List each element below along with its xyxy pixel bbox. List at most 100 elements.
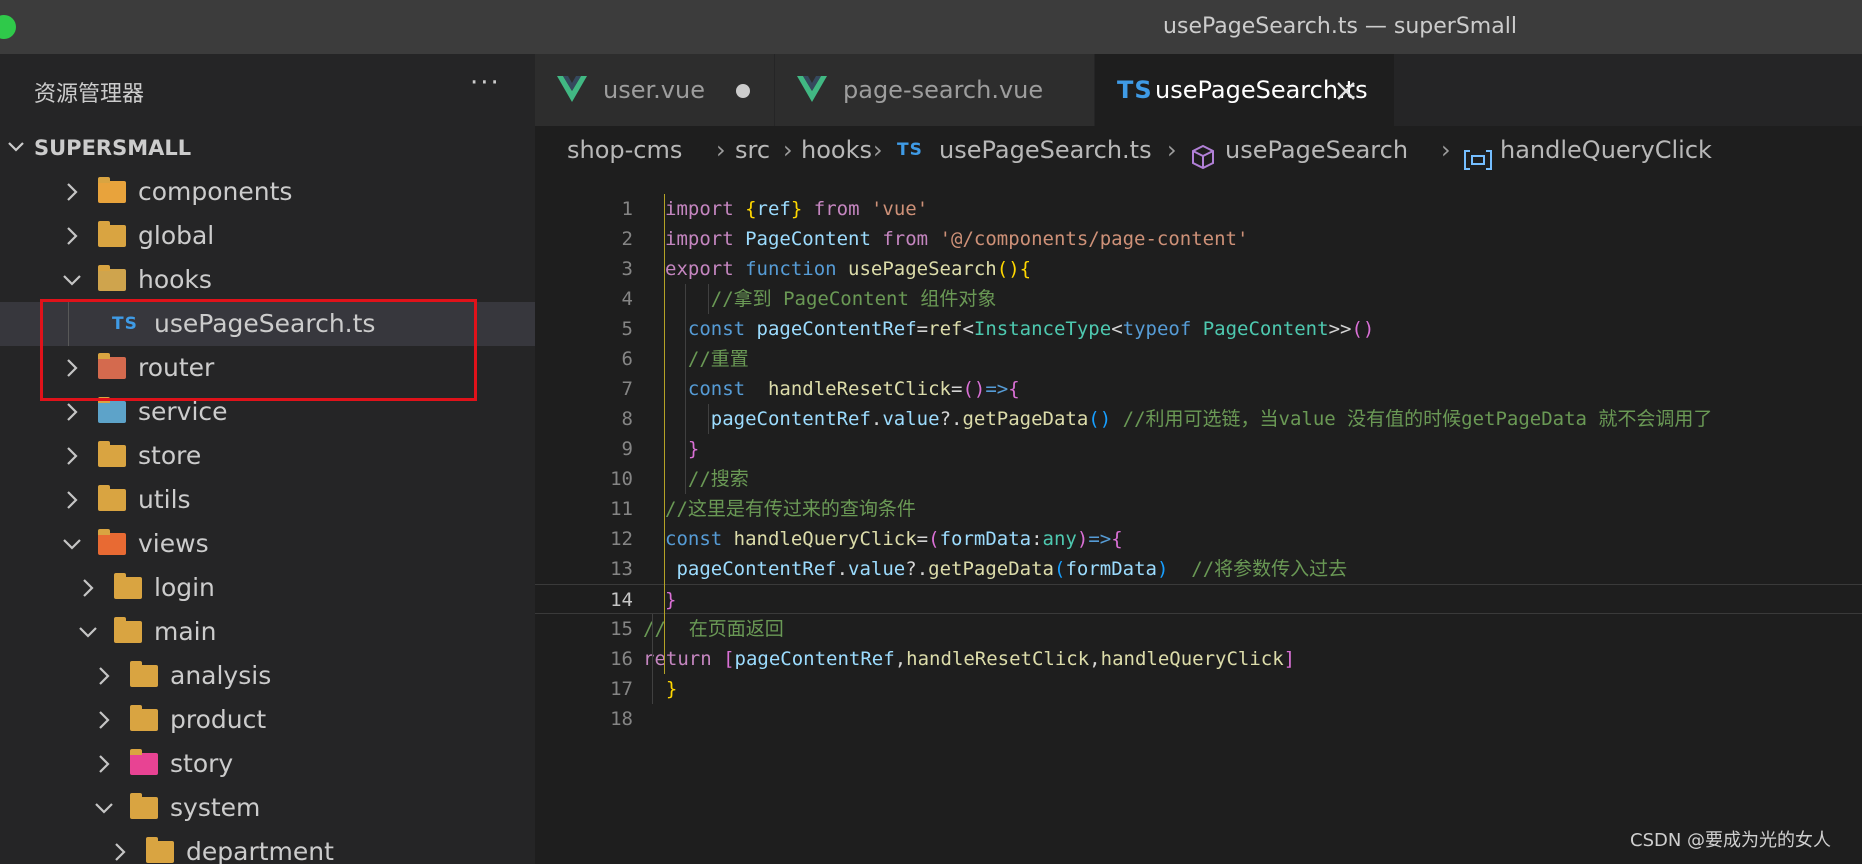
code-token: {	[745, 198, 757, 220]
tree-item-hooks[interactable]: hooks	[0, 258, 535, 302]
folder-icon	[114, 573, 142, 599]
code-token: {	[1111, 528, 1123, 550]
code-token: [	[723, 648, 735, 670]
tree-item-label: system	[170, 793, 261, 822]
code-token: )	[1076, 528, 1089, 550]
code-token: handleResetClick	[767, 378, 951, 400]
line-number: 8	[621, 408, 633, 430]
code-line[interactable]: 4 //拿到 PageContent 组件对象	[535, 284, 1862, 314]
code-line[interactable]: 14}	[535, 584, 1862, 614]
code-line[interactable]: 13 pageContentRef.value?.getPageData(for…	[535, 554, 1862, 584]
code-token: pageContentRef	[665, 408, 871, 430]
story-folder-icon	[130, 749, 158, 775]
breadcrumb-item[interactable]: usePageSearch	[1225, 126, 1408, 174]
code-line[interactable]: 2 import PageContent from '@/components/p…	[535, 224, 1862, 254]
code-line[interactable]: 9 }	[535, 434, 1862, 464]
close-icon[interactable]	[1335, 72, 1357, 116]
code-token: pageContentRef	[756, 318, 917, 340]
tree-item-label: story	[170, 749, 234, 778]
unsaved-dot-icon[interactable]	[736, 84, 750, 98]
tree-item-label: utils	[138, 485, 191, 514]
line-number: 18	[610, 708, 633, 730]
code-text: //重置	[665, 344, 749, 374]
code-line[interactable]: 1 import {ref} from 'vue'	[535, 194, 1862, 224]
folder-icon	[98, 441, 126, 467]
line-number: 2	[621, 228, 633, 250]
tab-page-search-vue[interactable]: page-search.vue	[775, 54, 1095, 126]
code-token: ()	[1088, 408, 1112, 430]
code-token: ref	[756, 198, 791, 220]
indent-guide	[708, 284, 709, 314]
tree-item-department[interactable]: department	[0, 830, 535, 864]
tree-item-utils[interactable]: utils	[0, 478, 535, 522]
workspace-section-header[interactable]: SUPERSMALL	[0, 126, 535, 170]
code-token: ?.	[905, 558, 929, 580]
code-token: handleResetClick	[906, 648, 1090, 670]
breadcrumb-item[interactable]: src	[735, 126, 770, 174]
code-token: =>	[1088, 528, 1112, 550]
tree-item-analysis[interactable]: analysis	[0, 654, 535, 698]
code-line[interactable]: 10 //搜索	[535, 464, 1862, 494]
typescript-file-icon: TS	[1117, 76, 1153, 104]
code-token: .	[870, 408, 883, 430]
line-number: 10	[610, 468, 633, 490]
code-text: const handleResetClick=()=>{	[665, 374, 1020, 404]
breadcrumb-item[interactable]: usePageSearch.ts	[939, 126, 1152, 174]
indent-guide	[664, 194, 665, 674]
tree-item-global[interactable]: global	[0, 214, 535, 258]
line-number: 11	[610, 498, 633, 520]
tree-item-system[interactable]: system	[0, 786, 535, 830]
code-token: .	[836, 558, 849, 580]
code-line[interactable]: 7 const handleResetClick=()=>{	[535, 374, 1862, 404]
breadcrumb: shop-cms › src › hooks › TS usePageSearc…	[535, 126, 1862, 174]
code-line[interactable]: 8 pageContentRef.value?.getPageData() //…	[535, 404, 1862, 434]
code-token: ,	[1089, 648, 1101, 670]
folder-icon	[146, 837, 174, 863]
code-line[interactable]: 5 const pageContentRef=ref<InstanceType<…	[535, 314, 1862, 344]
tree-item-components[interactable]: components	[0, 170, 535, 214]
code-token: =	[950, 378, 963, 400]
folder-icon	[130, 793, 158, 819]
folder-icon	[98, 221, 126, 247]
more-actions-icon[interactable]: ···	[470, 68, 501, 98]
breadcrumb-item[interactable]: handleQueryClick	[1500, 126, 1712, 174]
folder-icon	[130, 661, 158, 687]
code-token: ()	[962, 378, 986, 400]
code-line[interactable]: 6 //重置	[535, 344, 1862, 374]
window-zoom-button[interactable]	[0, 15, 16, 39]
breadcrumb-item[interactable]: shop-cms	[567, 126, 682, 174]
code-token: ?.	[939, 408, 963, 430]
line-number: 9	[621, 438, 633, 460]
line-number: 16	[610, 648, 633, 670]
code-line[interactable]: 16 return [pageContentRef,handleResetClic…	[535, 644, 1862, 674]
tree-item-store[interactable]: store	[0, 434, 535, 478]
tree-item-main[interactable]: main	[0, 610, 535, 654]
views-folder-icon	[98, 529, 126, 555]
tree-item-login[interactable]: login	[0, 566, 535, 610]
code-token: import	[665, 198, 746, 220]
code-line[interactable]: 15// 在页面返回	[535, 614, 1862, 644]
code-line[interactable]: 18	[535, 704, 1862, 734]
breadcrumb-item[interactable]: hooks	[801, 126, 872, 174]
tree-item-label: main	[154, 617, 217, 646]
tree-item-product[interactable]: product	[0, 698, 535, 742]
tree-item-views[interactable]: views	[0, 522, 535, 566]
watermark: CSDN @要成为光的女人	[1630, 830, 1832, 851]
line-number: 13	[610, 558, 633, 580]
typescript-file-icon: TS	[897, 140, 923, 160]
code-line[interactable]: 12 const handleQueryClick=(formData:any)=…	[535, 524, 1862, 554]
code-text: import PageContent from '@/components/pa…	[665, 224, 1248, 254]
tree-item-story[interactable]: story	[0, 742, 535, 786]
code-line[interactable]: 11 //这里是有传过来的查询条件	[535, 494, 1862, 524]
tab-user-vue[interactable]: user.vue	[535, 54, 775, 126]
code-token: ()	[996, 258, 1020, 280]
code-text: pageContentRef.value?.getPageData() //利用…	[665, 404, 1713, 434]
code-line[interactable]: 17 }	[535, 674, 1862, 704]
code-token: ,	[894, 648, 907, 670]
code-token: from	[802, 198, 871, 220]
code-token: pageContentRef	[734, 648, 895, 670]
tab-usepagesearch-ts[interactable]: TS usePageSearch.ts	[1095, 54, 1395, 126]
code-token: const	[665, 318, 757, 340]
code-token: InstanceType	[973, 318, 1112, 340]
code-line[interactable]: 3 export function usePageSearch(){	[535, 254, 1862, 284]
